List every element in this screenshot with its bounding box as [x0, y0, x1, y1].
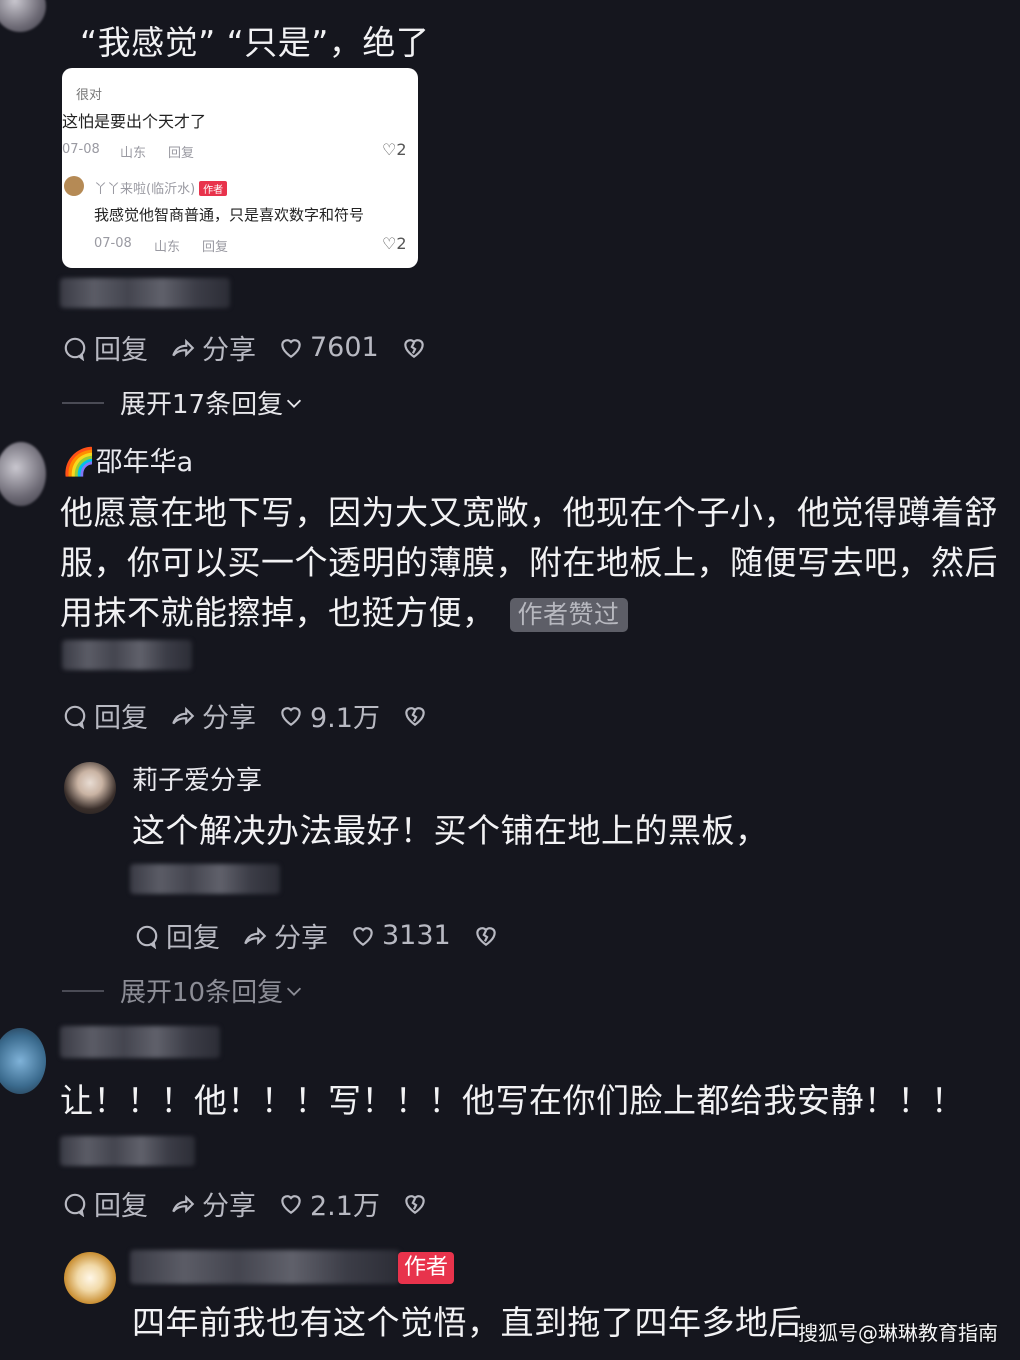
- share-icon: [244, 926, 267, 945]
- avatar[interactable]: [0, 0, 46, 32]
- comment-icon: [64, 337, 86, 361]
- avatar[interactable]: [0, 1028, 46, 1094]
- like-button[interactable]: 3131: [350, 920, 451, 951]
- expand-replies-button[interactable]: 展开17条回复: [62, 384, 305, 421]
- broken-heart-icon: [403, 338, 424, 358]
- comment-text: 他愿意在地下写，因为大又宽敞，他现在个子小，他觉得蹲着舒服，你可以买一个透明的薄…: [60, 488, 1005, 638]
- expand-label: 展开10条回复: [120, 978, 284, 1008]
- card-user1: 很对: [76, 88, 103, 103]
- share-label: 分享: [202, 1191, 256, 1222]
- chevron-down-icon: [287, 987, 302, 996]
- blurred-username: [130, 1250, 400, 1284]
- reply-button[interactable]: 回复: [62, 1184, 148, 1223]
- reply-button[interactable]: 回复: [134, 916, 220, 955]
- heart-icon: [281, 706, 301, 726]
- comment-icon: [136, 925, 158, 949]
- blurred-username: [60, 1026, 220, 1058]
- dislike-button[interactable]: [473, 923, 499, 949]
- card-meta1-reply: 回复: [168, 146, 195, 161]
- share-label: 分享: [202, 335, 256, 366]
- heart-icon: [353, 926, 373, 946]
- expand-label: 展开17条回复: [120, 390, 284, 420]
- like-count: 7601: [310, 332, 379, 363]
- broken-heart-icon: [405, 1194, 425, 1214]
- comment-text: 四年前我也有这个觉悟，直到拖了四年多地后: [132, 1303, 802, 1342]
- reply-label: 回复: [94, 703, 148, 734]
- comment-actions: 回复 分享 3131: [134, 916, 499, 955]
- card-meta2-loc: 山东: [154, 240, 181, 255]
- card-meta2-date: 07-08: [94, 236, 132, 251]
- share-label: 分享: [202, 703, 256, 734]
- broken-heart-icon: [405, 706, 425, 726]
- expand-replies-button[interactable]: 展开10条回复: [62, 972, 305, 1009]
- reply-button[interactable]: 回复: [62, 696, 148, 735]
- reply-label: 回复: [166, 923, 220, 954]
- chevron-down-icon: [287, 399, 302, 408]
- share-button[interactable]: 分享: [242, 916, 328, 955]
- card-like1-count: 2: [396, 140, 407, 159]
- like-count: 2.1万: [310, 1191, 380, 1222]
- reply-button[interactable]: 回复: [62, 328, 148, 367]
- reply-label: 回复: [94, 1191, 148, 1222]
- comment-text: 这个解决办法最好！买个铺在地上的黑板，: [132, 811, 769, 850]
- share-icon: [172, 1194, 195, 1213]
- username[interactable]: 莉子爱分享: [132, 760, 262, 797]
- like-button[interactable]: 9.1万: [278, 696, 380, 735]
- share-button[interactable]: 分享: [170, 696, 256, 735]
- dislike-button[interactable]: [401, 335, 427, 361]
- card-user2: 丫丫来啦(临沂水) 作者: [94, 178, 228, 197]
- author-badge: 作者: [398, 1252, 455, 1284]
- author-badge: 作者: [199, 181, 228, 196]
- card-meta2-reply: 回复: [202, 240, 229, 255]
- watermark: 搜狐号@琳琳教育指南: [798, 1321, 998, 1345]
- share-icon: [172, 338, 195, 357]
- like-count: 3131: [382, 920, 451, 951]
- share-button[interactable]: 分享: [170, 328, 256, 367]
- dislike-button[interactable]: [402, 1191, 428, 1217]
- share-icon: [172, 706, 195, 725]
- avatar[interactable]: [0, 442, 46, 506]
- heart-icon: [281, 338, 301, 358]
- comment-actions: 回复 分享 7601: [62, 328, 427, 367]
- comment-actions: 回复 分享 9.1万: [62, 696, 428, 735]
- blurred-meta: [130, 864, 280, 894]
- card-like2-count: 2: [396, 234, 407, 253]
- heart-icon: [281, 1194, 301, 1214]
- share-button[interactable]: 分享: [170, 1184, 256, 1223]
- card-comment2: 我感觉他智商普通，只是喜欢数字和符号: [94, 206, 365, 224]
- card-avatar2: [64, 176, 84, 196]
- card-like2: ♡2: [382, 234, 407, 253]
- comment-icon: [64, 705, 86, 729]
- divider-line: [62, 989, 104, 992]
- blurred-meta: [60, 1136, 195, 1166]
- author-liked-tag: 作者赞过: [509, 597, 628, 632]
- avatar[interactable]: [64, 762, 116, 814]
- comment-actions: 回复 分享 2.1万: [62, 1184, 428, 1223]
- card-meta1-date: 07-08: [62, 142, 100, 157]
- embedded-screenshot: 很对 这怕是要出个天才了 07-08 山东 回复 ♡2 丫丫来啦(临沂水) 作者 …: [62, 68, 418, 268]
- card-user2-name: 丫丫来啦(临沂水): [94, 182, 196, 197]
- like-count: 9.1万: [310, 703, 380, 734]
- share-label: 分享: [274, 923, 328, 954]
- blurred-meta: [62, 640, 192, 670]
- comment-text: 让！！！他！！！写！！！他写在你们脸上都给我安静！！！: [60, 1081, 965, 1120]
- avatar[interactable]: [64, 1252, 116, 1304]
- card-comment1: 这怕是要出个天才了: [62, 112, 207, 131]
- comment-text: “我感觉” “只是”，绝了: [80, 23, 430, 62]
- reply-label: 回复: [94, 335, 148, 366]
- blurred-meta: [60, 278, 230, 308]
- card-like1: ♡2: [382, 140, 407, 159]
- broken-heart-icon: [475, 926, 496, 946]
- like-button[interactable]: 2.1万: [278, 1184, 380, 1223]
- like-button[interactable]: 7601: [278, 332, 379, 363]
- dislike-button[interactable]: [402, 703, 428, 729]
- card-meta1-loc: 山东: [120, 146, 147, 161]
- username[interactable]: 🌈邵年华a: [62, 440, 193, 479]
- comment-icon: [64, 1193, 86, 1217]
- divider-line: [62, 401, 104, 404]
